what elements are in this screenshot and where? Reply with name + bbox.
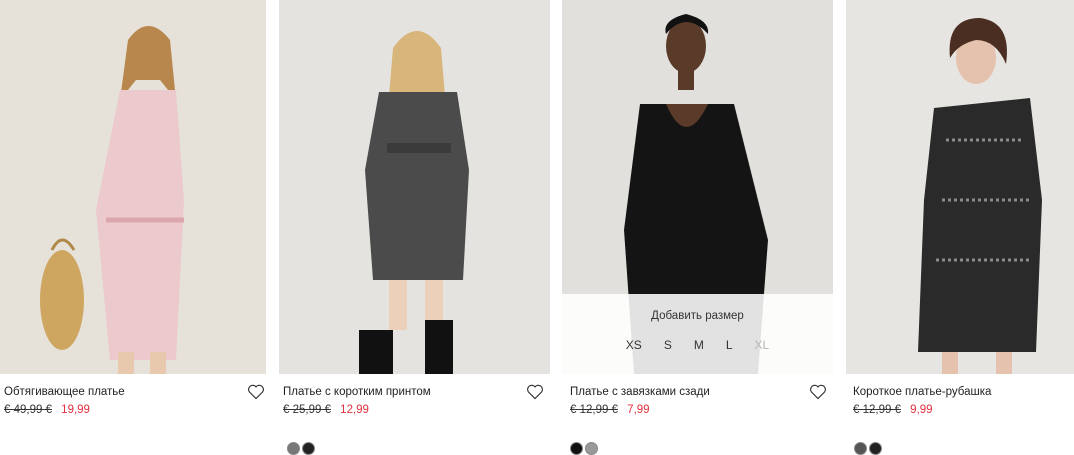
size-picker: Добавить размер XS S M L XL	[562, 294, 833, 374]
product-card[interactable]: Платье с коротким принтом € 25,99 € 12,9…	[279, 0, 550, 455]
sale-price: 12,99	[340, 404, 369, 416]
product-photo	[0, 0, 266, 374]
product-prices: € 12,99 € 7,99	[570, 404, 650, 416]
heart-outline-icon[interactable]	[526, 384, 544, 400]
size-option-xl[interactable]: XL	[755, 338, 770, 352]
old-price: € 12,99 €	[570, 404, 618, 416]
color-swatch[interactable]	[585, 442, 598, 455]
product-photo	[279, 0, 550, 374]
product-name[interactable]: Обтягивающее платье	[4, 386, 125, 398]
product-card[interactable]: Обтягивающее платье € 49,99 € 19,99	[0, 0, 271, 448]
size-option-m[interactable]: M	[694, 338, 704, 352]
product-image[interactable]	[846, 0, 1074, 374]
color-swatches	[570, 442, 598, 455]
product-photo	[846, 0, 1074, 374]
old-price: € 49,99 €	[4, 404, 52, 416]
sale-price: 19,99	[61, 404, 90, 416]
color-swatch[interactable]	[854, 442, 867, 455]
product-card[interactable]: Короткое платье-рубашка € 12,99 € 9,99	[846, 0, 1074, 455]
size-option-s[interactable]: S	[664, 338, 672, 352]
old-price: € 25,99 €	[283, 404, 331, 416]
heart-outline-icon[interactable]	[247, 384, 265, 400]
product-prices: € 12,99 € 9,99	[853, 404, 933, 416]
product-prices: € 25,99 € 12,99	[283, 404, 369, 416]
product-name[interactable]: Платье с коротким принтом	[283, 386, 431, 398]
product-image[interactable]	[279, 0, 550, 374]
color-swatch[interactable]	[302, 442, 315, 455]
product-name[interactable]: Платье с завязками сзади	[570, 386, 710, 398]
sale-price: 7,99	[627, 404, 650, 416]
sale-price: 9,99	[910, 404, 933, 416]
color-swatch[interactable]	[570, 442, 583, 455]
color-swatches	[854, 442, 882, 455]
color-swatch[interactable]	[869, 442, 882, 455]
old-price: € 12,99 €	[853, 404, 901, 416]
size-options: XS S M L XL	[562, 338, 833, 352]
color-swatches	[287, 442, 315, 455]
size-option-xs[interactable]: XS	[626, 338, 642, 352]
product-card[interactable]: Добавить размер XS S M L XL Платье с зав…	[562, 0, 833, 455]
size-picker-title: Добавить размер	[651, 310, 744, 322]
size-option-l[interactable]: L	[726, 338, 733, 352]
product-image[interactable]: Добавить размер XS S M L XL	[562, 0, 833, 374]
product-image[interactable]	[0, 0, 271, 374]
color-swatch[interactable]	[287, 442, 300, 455]
product-name[interactable]: Короткое платье-рубашка	[853, 386, 991, 398]
heart-outline-icon[interactable]	[809, 384, 827, 400]
product-prices: € 49,99 € 19,99	[4, 404, 90, 416]
